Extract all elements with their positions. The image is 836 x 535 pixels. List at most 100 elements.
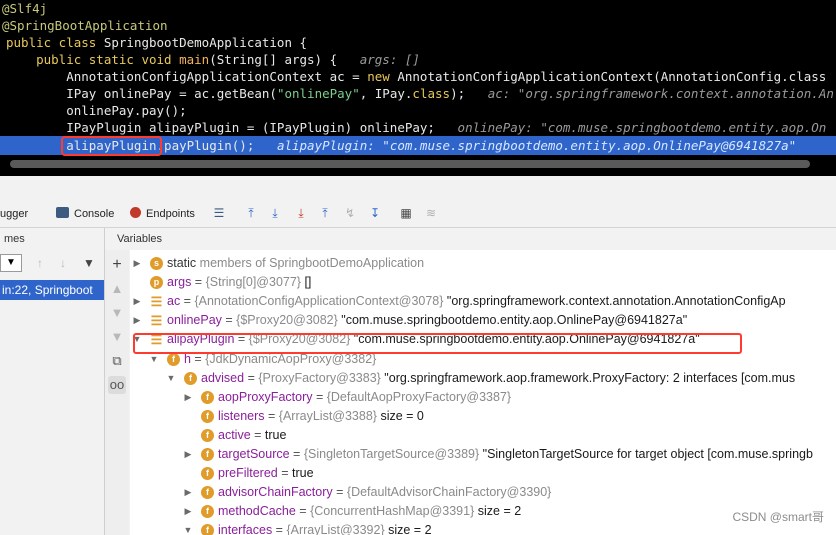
thread-selector[interactable]: ▼ [0,254,22,272]
variable-text: interfaces = {ArrayList@3392} size = 2 [218,521,432,535]
code-line[interactable]: IPay onlinePay = ac.getBean("onlinePay",… [0,85,834,102]
step-over-icon[interactable]: ⤓ [268,206,282,220]
variable-text: listeners = {ArrayList@3388} size = 0 [218,407,424,426]
code-line[interactable]: public class SpringbootDemoApplication { [0,34,307,51]
equals-sign: = [289,447,304,461]
field-icon: f [167,352,180,366]
tab-debugger-label: ugger [0,208,29,220]
frame-up-icon[interactable]: ↑ [33,256,47,270]
code-token: main [179,52,210,67]
variable-row[interactable]: ▶ ☰ onlinePay = {$Proxy20@3082} "com.muse.… [130,311,836,330]
show-execution-point-icon[interactable]: ⤒ [244,206,258,220]
local-variable-icon: ☰ [150,313,163,329]
watermark: CSDN @smart哥 [732,510,824,524]
frames-menu-icon[interactable]: ☰ [212,206,226,220]
variable-name: interfaces [218,523,273,535]
variable-type: {String[0]@3077} [205,275,301,290]
code-line[interactable]: AnnotationConfigApplicationContext ac = … [0,68,826,85]
frames-controls: ▼ ↑ ↓ ▼ [0,252,104,274]
variable-type: {AnnotationConfigApplicationContext@3078… [194,294,444,309]
collapse-arrow-icon[interactable]: ▼ [183,521,193,535]
equals-sign: = [180,294,195,309]
debugger-toolbar: ugger Console Endpoints ☰ ⤒ ⤓ ⤓ ⤒ ↯ ↧ ▦ … [0,200,836,228]
variable-row[interactable]: ▶ s static members of SpringbootDemoApplic… [130,254,836,273]
run-to-cursor-icon[interactable]: ↧ [368,206,382,220]
expand-arrow-icon[interactable]: ▶ [183,445,193,464]
evaluate-expression-icon[interactable]: ▦ [399,206,413,220]
equals-sign: = [244,370,259,385]
editor-horizontal-scrollbar[interactable] [10,160,810,168]
code-token: SpringbootDemoApplication { [103,35,308,50]
variables-tree[interactable]: ▶ s static members of SpringbootDemoApplic… [130,250,836,535]
expand-arrow-icon[interactable]: ▶ [132,311,142,330]
drop-frame-icon[interactable]: ↯ [343,206,357,220]
variable-row[interactable]: f preFiltered = true [130,464,836,483]
variable-row[interactable]: ▼ f interfaces = {ArrayList@3392} size = 2 [130,521,836,535]
move-down-icon[interactable]: ▼ [108,304,126,322]
code-line[interactable]: @Slf4j [0,0,47,17]
code-editor[interactable]: @Slf4j @SpringBootApplication public class… [0,0,836,176]
variable-row[interactable]: ▶ f aopProxyFactory = {DefaultAopProxyFact… [130,388,836,407]
frame-down-icon[interactable]: ↓ [56,256,70,270]
code-token: class [412,86,451,101]
variable-row[interactable]: ▼ f advised = {ProxyFactory@3383} "org.spr… [130,369,836,388]
inline-value-hint: ac: "org.springframework.context.annotat… [487,86,834,101]
variable-name: args [167,275,192,290]
add-watch-icon[interactable]: + [108,256,126,274]
field-icon: f [201,467,214,481]
equals-sign: = [250,427,265,442]
move-down-alt-icon[interactable]: ▼ [108,328,126,346]
collapse-arrow-icon[interactable]: ▼ [166,369,176,388]
equals-sign: = [221,313,237,328]
variable-text: onlinePay = {$Proxy20@3082} "com.muse.sp… [167,311,687,330]
variable-row[interactable]: ▶ f advisorChainFactory = {DefaultAdvisorC… [130,483,836,502]
step-into-icon[interactable]: ⤓ [294,206,308,220]
variables-header: Variables [117,233,163,245]
equals-sign: = [332,485,347,500]
equals-sign: = [272,523,287,535]
code-line[interactable]: onlinePay.pay(); [0,102,186,119]
variable-name: targetSource [218,447,290,461]
expand-arrow-icon[interactable]: ▶ [132,254,142,273]
field-icon: f [201,524,214,535]
copy-icon[interactable]: ⧉ [108,352,126,370]
tab-debugger[interactable]: ugger [0,206,28,222]
code-line[interactable]: IPayPlugin alipayPlugin = (IPayPlugin) o… [0,119,826,136]
variable-row[interactable]: f listeners = {ArrayList@3388} size = 0 [130,407,836,426]
variable-row[interactable]: ▶ f methodCache = {ConcurrentHashMap@3391}… [130,502,836,521]
variable-name: advised [201,370,245,385]
variable-row[interactable]: ▶ ☰ ac = {AnnotationConfigApplicationConte… [130,292,836,311]
variable-name: methodCache [218,504,296,519]
move-up-icon[interactable]: ▲ [108,280,126,298]
tab-console[interactable]: Console [56,206,114,222]
local-variable-icon: ☰ [150,294,163,310]
equals-sign: = [312,389,327,404]
variable-text: args = {String[0]@3077} [] [167,273,311,292]
variable-text: ac = {AnnotationConfigApplicationContext… [167,292,786,311]
variable-row[interactable]: f active = true [130,426,836,445]
expand-arrow-icon[interactable]: ▶ [183,483,193,502]
variable-row[interactable]: ▶ f targetSource = {SingletonTargetSource@… [130,445,836,464]
tab-endpoints[interactable]: Endpoints [130,206,195,222]
variable-name: active [218,427,251,442]
code-token: (String[] args) { [209,52,360,67]
code-token: AnnotationConfigApplicationContext(Annot… [397,69,827,84]
variable-value: "org.springframework.aop.framework.Proxy… [380,370,796,385]
expand-arrow-icon[interactable]: ▶ [132,292,142,311]
trace-icon[interactable]: ≋ [424,206,438,220]
frames-header: mes [4,233,25,245]
expand-arrow-icon[interactable]: ▶ [183,388,193,407]
variable-value: true [264,427,287,442]
frame-row-selected[interactable]: in:22, Springboot [0,280,104,300]
code-line[interactable]: public static void main(String[] args) {… [0,51,420,68]
glasses-icon[interactable]: oo [108,376,126,394]
code-line[interactable]: @SpringBootApplication [0,17,168,34]
variable-type: {ConcurrentHashMap@3391} [310,504,475,519]
variable-row[interactable]: p args = {String[0]@3077} [] [130,273,836,292]
variable-name: aopProxyFactory [218,389,313,404]
variable-type: {ArrayList@3388} [278,408,377,423]
step-out-icon[interactable]: ⤒ [318,206,332,220]
filter-icon[interactable]: ▼ [82,256,96,270]
variable-name: preFiltered [218,466,278,481]
expand-arrow-icon[interactable]: ▶ [183,502,193,521]
